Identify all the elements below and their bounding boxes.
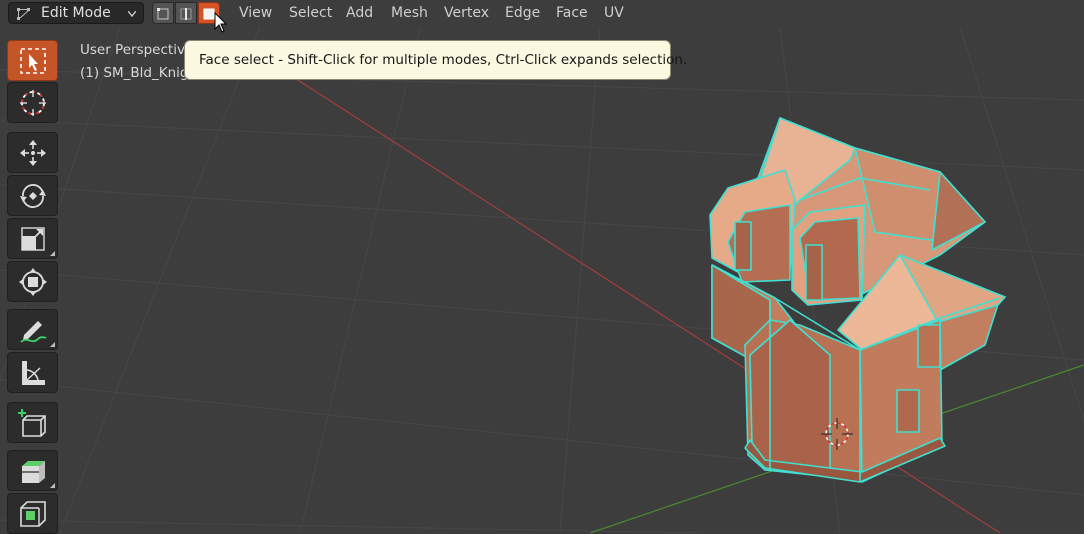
- scale-tool[interactable]: [7, 218, 58, 259]
- mode-label: Edit Mode: [41, 5, 111, 21]
- object-label: (1) SM_Bld_Knigh: [80, 65, 197, 81]
- tool-submenu-indicator: [50, 342, 55, 347]
- scale-icon: [21, 227, 45, 251]
- cursor-tool[interactable]: [7, 82, 58, 123]
- tool-submenu-indicator: [50, 251, 55, 256]
- pencil-icon: [20, 321, 47, 343]
- vertex-select-icon: [157, 8, 169, 20]
- menu-add[interactable]: Add: [346, 5, 373, 21]
- rotate-tool[interactable]: [7, 175, 58, 216]
- menu-vertex[interactable]: Vertex: [444, 5, 489, 21]
- select-box-tool[interactable]: [7, 40, 58, 81]
- move-tool[interactable]: [7, 132, 58, 173]
- inset-icon: [20, 501, 46, 527]
- select-box-icon: [20, 48, 46, 74]
- extrude-icon: [22, 461, 45, 483]
- tool-submenu-indicator: [50, 483, 55, 488]
- cursor-icon: [20, 90, 46, 116]
- menu-edge[interactable]: Edge: [505, 5, 540, 21]
- vertex-select-button[interactable]: [152, 2, 174, 24]
- perspective-label: User Perspective: [80, 42, 194, 58]
- move-icon: [20, 140, 46, 166]
- menu-select[interactable]: Select: [289, 5, 332, 21]
- add-cube-tool[interactable]: [7, 402, 58, 443]
- rotate-icon: [20, 184, 46, 208]
- annotate-tool[interactable]: [7, 309, 58, 350]
- ruler-icon: [22, 361, 45, 385]
- edit-mode-icon: [17, 8, 30, 20]
- transform-tool[interactable]: [7, 261, 58, 302]
- mode-dropdown[interactable]: Edit Mode: [8, 2, 144, 24]
- menu-face[interactable]: Face: [556, 5, 588, 21]
- viewport-header: Edit Mode View Select Add Mesh Vertex Ed…: [0, 0, 1084, 27]
- edge-select-icon: [180, 8, 192, 20]
- measure-tool[interactable]: [7, 352, 58, 393]
- menu-uv[interactable]: UV: [604, 5, 624, 21]
- extrude-region-tool[interactable]: [7, 450, 58, 491]
- inset-faces-tool[interactable]: [7, 493, 58, 534]
- add-cube-icon: [18, 409, 46, 437]
- menu-view[interactable]: View: [239, 5, 272, 21]
- edge-select-button[interactable]: [175, 2, 197, 24]
- chevron-down-icon: [128, 11, 136, 17]
- menu-mesh[interactable]: Mesh: [391, 5, 428, 21]
- transform-icon: [19, 268, 47, 296]
- house-mesh: [709, 117, 1006, 483]
- mouse-pointer-icon: [214, 12, 228, 33]
- face-select-tooltip: Face select - Shift-Click for multiple m…: [184, 40, 687, 80]
